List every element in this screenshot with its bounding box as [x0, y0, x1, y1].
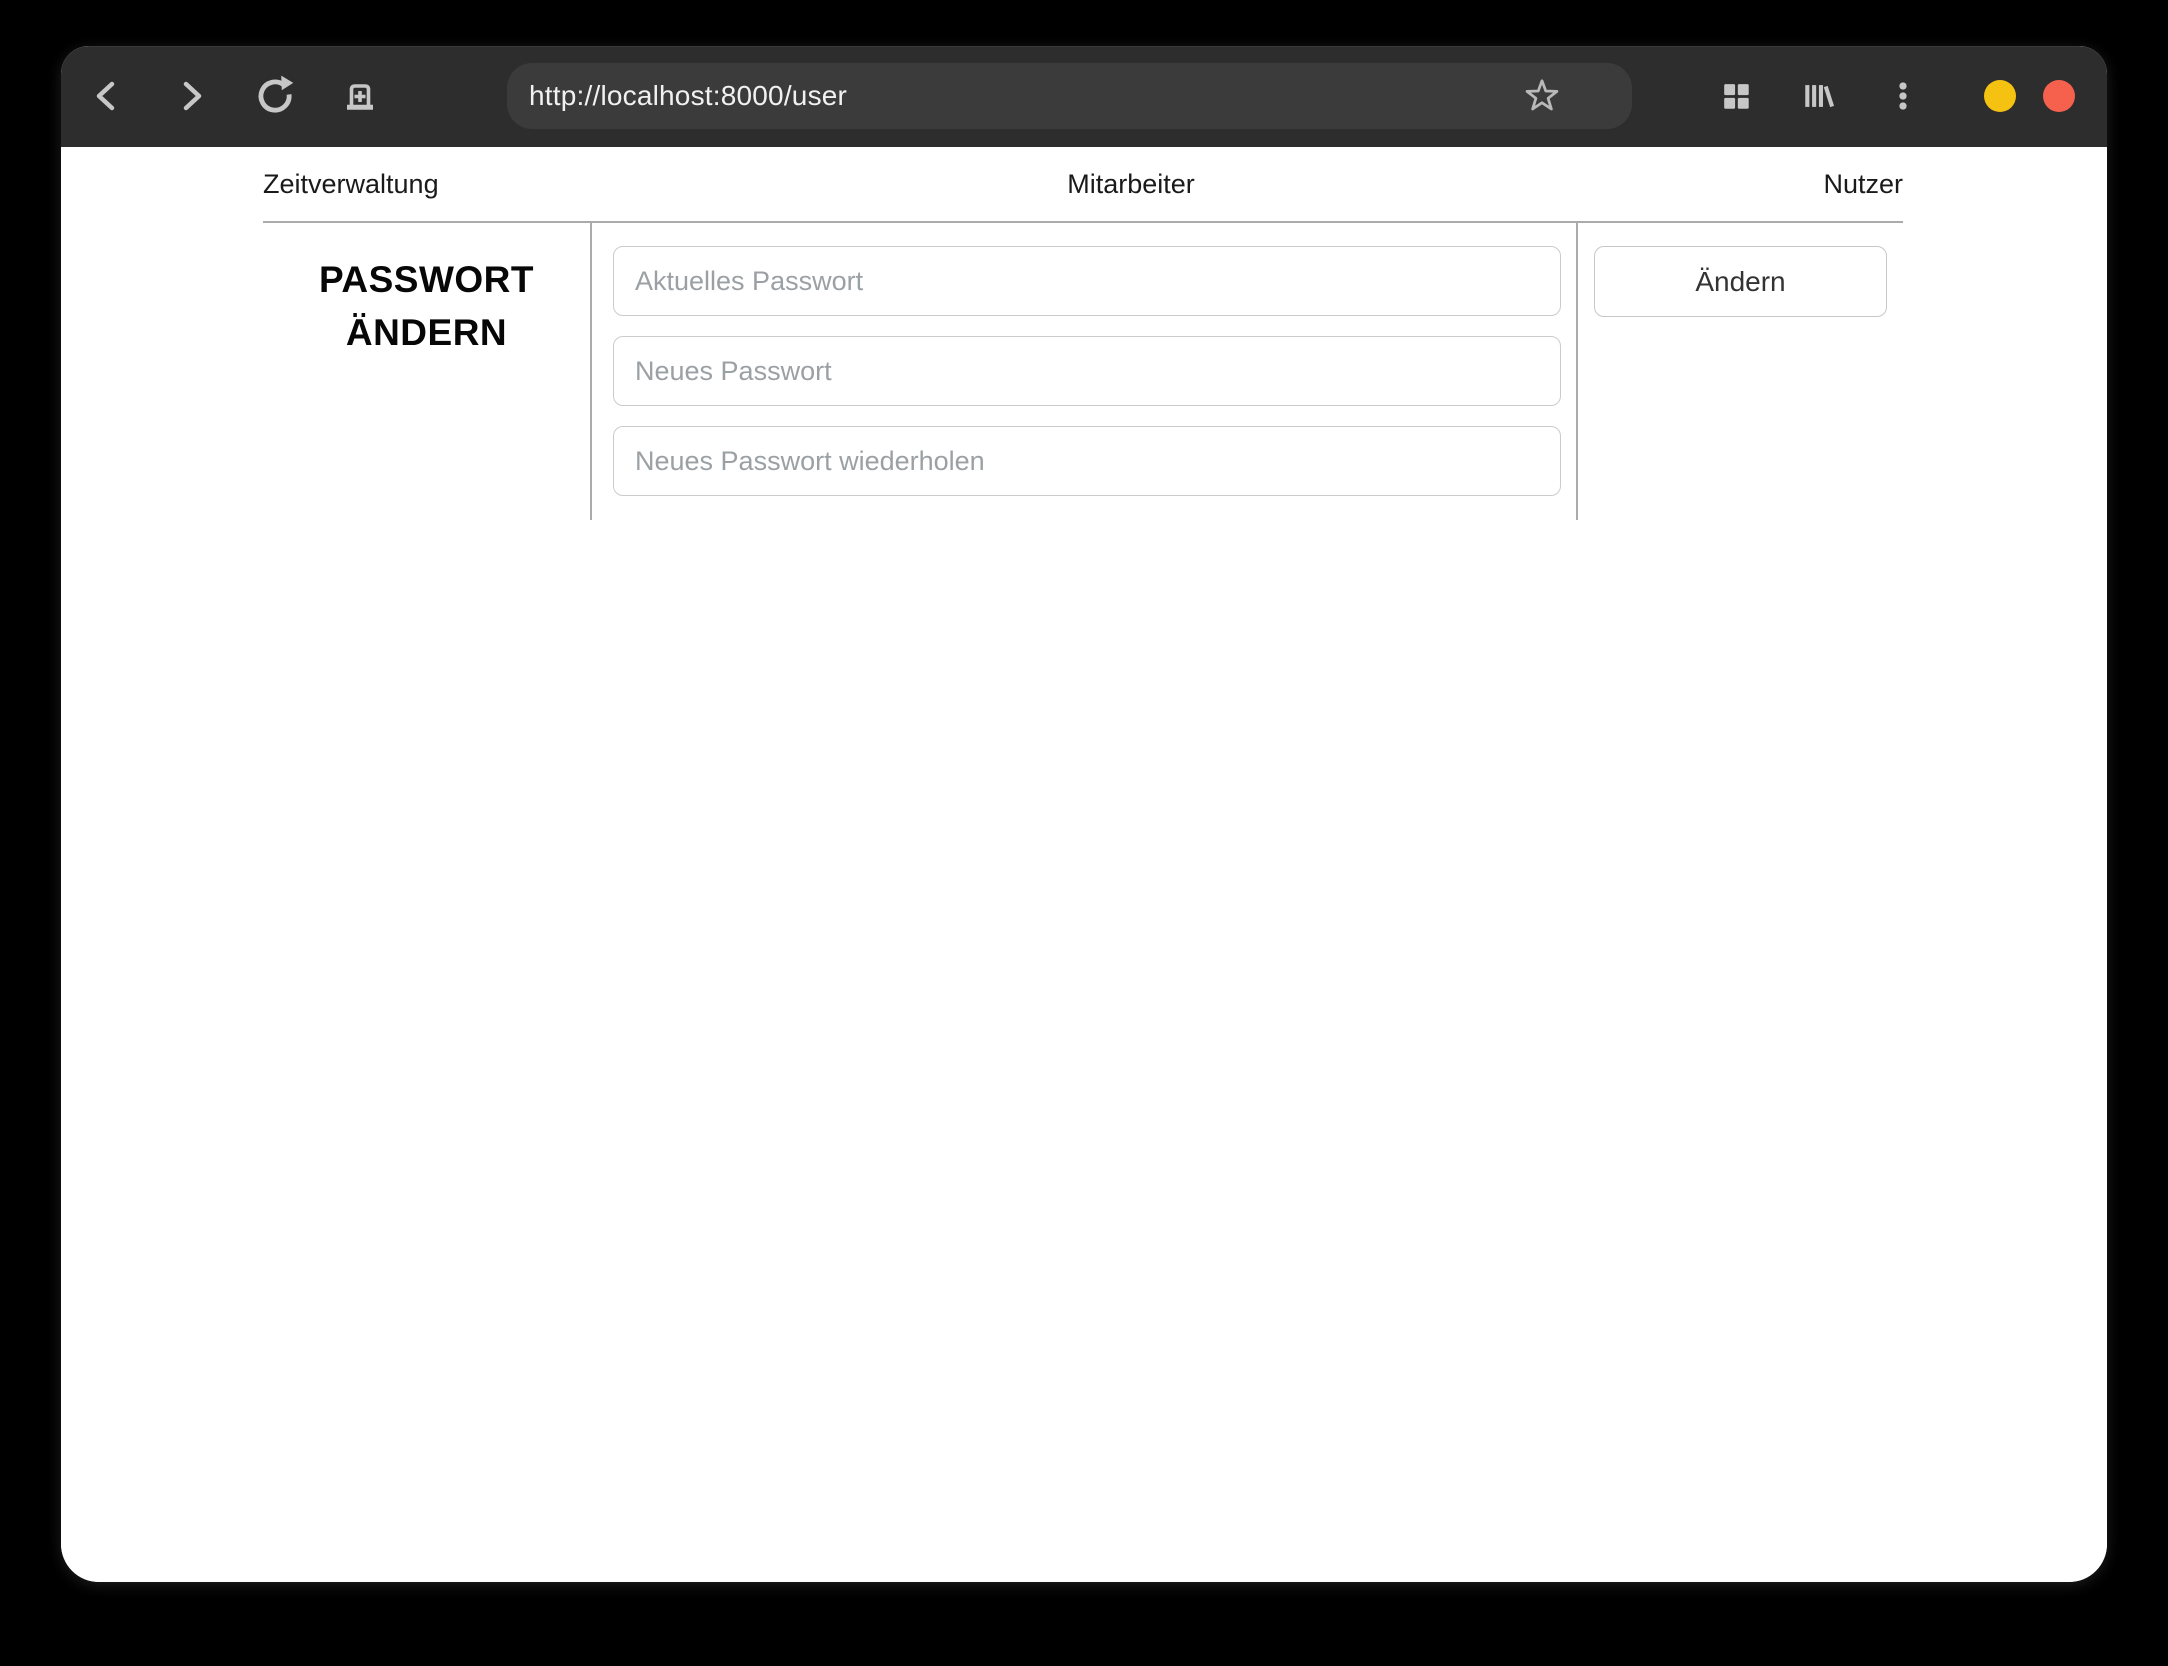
nav-item-mitarbeiter[interactable]: Mitarbeiter	[1067, 167, 1195, 201]
repeat-new-password-input[interactable]	[613, 426, 1561, 496]
bookmark-button[interactable]	[1522, 76, 1562, 116]
page-content: Zeitverwaltung Mitarbeiter Nutzer PASSWO…	[61, 147, 2107, 1582]
browser-window: http://localhost:8000/user Zeitverwaltun…	[61, 46, 2107, 1582]
current-password-input[interactable]	[613, 246, 1561, 316]
star-outline-icon	[1525, 79, 1559, 111]
main-nav: Zeitverwaltung Mitarbeiter Nutzer	[263, 147, 1903, 201]
password-change-section: PASSWORT ÄNDERN Ändern	[263, 221, 1903, 520]
app-grid-icon	[1724, 84, 1749, 109]
kebab-menu-icon	[1899, 82, 1907, 110]
password-fields-cell	[592, 223, 1578, 520]
reload-icon	[258, 75, 294, 113]
password-change-heading: PASSWORT ÄNDERN	[318, 259, 535, 353]
minimize-button[interactable]	[1984, 80, 2016, 112]
password-heading-cell: PASSWORT ÄNDERN	[263, 223, 592, 520]
new-tab-icon	[347, 84, 373, 110]
nav-item-nutzer[interactable]: Nutzer	[1823, 167, 1903, 201]
password-action-cell: Ändern	[1578, 223, 1903, 520]
url-text: http://localhost:8000/user	[529, 80, 848, 111]
new-password-input[interactable]	[613, 336, 1561, 406]
nav-item-zeitverwaltung[interactable]: Zeitverwaltung	[263, 167, 439, 201]
back-button[interactable]	[80, 68, 136, 124]
library-icon	[1805, 85, 1835, 108]
reload-button[interactable]	[248, 68, 304, 124]
change-password-button[interactable]: Ändern	[1594, 246, 1887, 317]
forward-button[interactable]	[162, 68, 218, 124]
chevron-right-icon	[183, 81, 202, 111]
close-button[interactable]	[2043, 80, 2075, 112]
browser-titlebar: http://localhost:8000/user	[61, 46, 2107, 147]
app-grid-button[interactable]	[1716, 68, 1756, 124]
menu-button[interactable]	[1883, 68, 1923, 124]
library-button[interactable]	[1798, 68, 1838, 124]
new-tab-button[interactable]	[332, 68, 388, 124]
chevron-left-icon	[96, 81, 115, 111]
url-bar[interactable]: http://localhost:8000/user	[507, 63, 1632, 129]
